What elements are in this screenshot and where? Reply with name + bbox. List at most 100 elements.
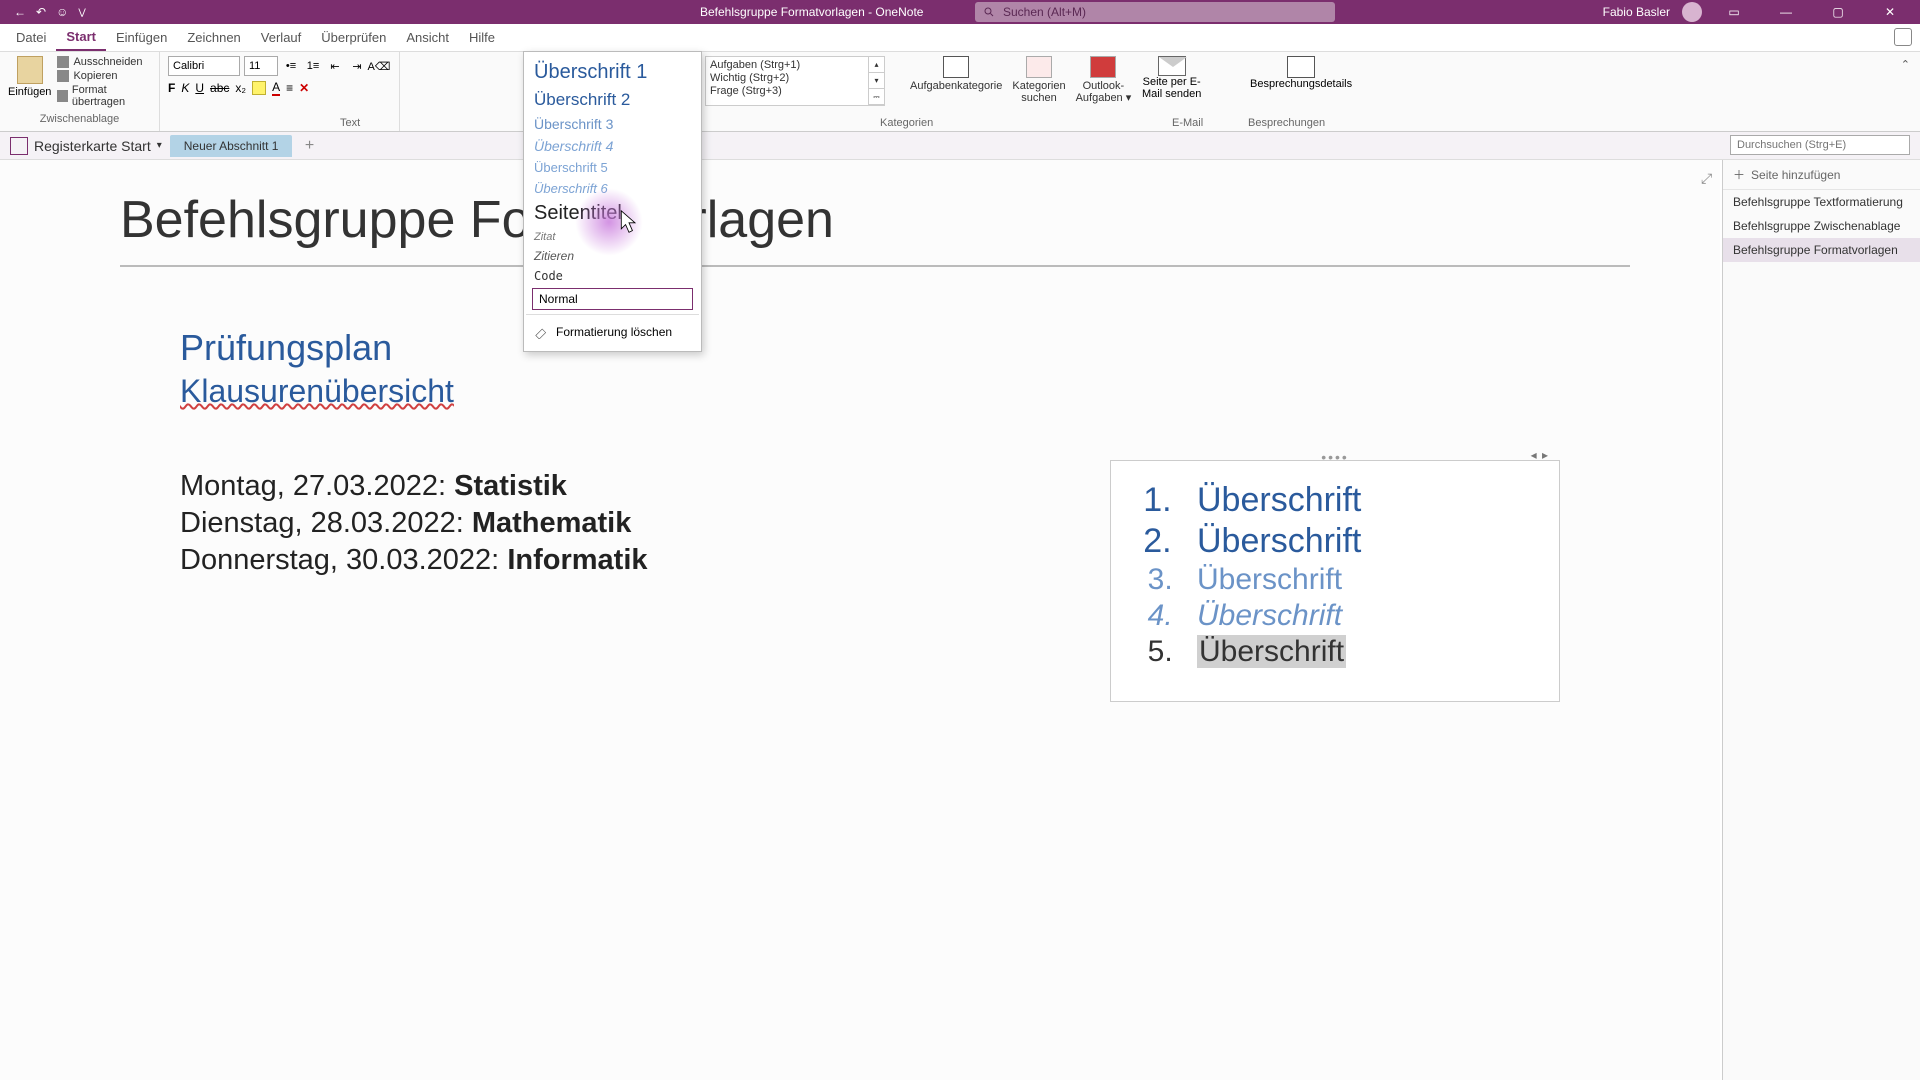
undo-icon[interactable]: ↶ <box>36 5 46 19</box>
bullets-button[interactable]: •≡ <box>282 57 300 75</box>
style-option-citation[interactable]: Zitat <box>524 228 701 246</box>
page-title[interactable]: Befehlsgruppe Formatvorlagen <box>120 190 1630 250</box>
menu-home[interactable]: Start <box>56 24 106 51</box>
add-page-button[interactable]: ＋ Seite hinzufügen <box>1723 160 1920 190</box>
page-list-item-1[interactable]: Befehlsgruppe Zwischenablage <box>1723 214 1920 238</box>
notebook-dropdown[interactable]: Registerkarte Start ▾ <box>10 137 162 155</box>
menu-insert[interactable]: Einfügen <box>106 24 177 51</box>
menu-view[interactable]: Ansicht <box>396 24 459 51</box>
clear-formatting-button[interactable]: Formatierung löschen <box>524 319 701 345</box>
bold-button[interactable]: F <box>168 81 175 95</box>
maximize-button[interactable]: ▢ <box>1818 0 1858 24</box>
page-list-item-2[interactable]: Befehlsgruppe Formatvorlagen <box>1723 238 1920 262</box>
email-page-button[interactable]: Seite per E- Mail senden <box>1142 56 1201 100</box>
list-item-1[interactable]: Überschrift <box>1181 481 1539 520</box>
find-categories-button[interactable]: Kategorien suchen <box>1012 56 1065 104</box>
tags-expand[interactable]: ⎓ <box>868 89 884 105</box>
list-item-3[interactable]: Überschrift <box>1181 563 1539 597</box>
tags-scroll-down[interactable]: ▾ <box>868 73 884 89</box>
format-painter-button[interactable]: Format übertragen <box>57 84 151 108</box>
container-drag-handle[interactable]: •••• <box>1321 449 1349 465</box>
container-nav-arrows[interactable]: ◂ ▸ <box>1531 448 1549 462</box>
tags-scroll-up[interactable]: ▴ <box>868 57 884 73</box>
numbering-button[interactable]: 1≡ <box>304 57 322 75</box>
minimize-button[interactable]: — <box>1766 0 1806 24</box>
list-item-2[interactable]: Überschrift <box>1181 522 1539 561</box>
menu-history[interactable]: Verlauf <box>251 24 311 51</box>
menu-draw[interactable]: Zeichnen <box>177 24 250 51</box>
tag-question[interactable]: Frage (Strg+3) <box>710 85 866 97</box>
qat-dropdown-icon[interactable]: ⋁ <box>78 7 85 18</box>
list-item-3-text: Überschrift <box>1197 563 1342 596</box>
expand-panel-icon[interactable]: ⤢ <box>1701 170 1712 187</box>
paste-button[interactable]: Einfügen <box>8 56 51 108</box>
font-size-input[interactable] <box>244 56 278 76</box>
list-item-4[interactable]: Überschrift <box>1181 599 1539 633</box>
tag-important[interactable]: Wichtig (Strg+2) <box>710 72 866 84</box>
delete-button[interactable]: ✕ <box>299 81 309 95</box>
content-line-3-date: Donnerstag, 30.03.2022: <box>180 544 507 576</box>
cut-label: Ausschneiden <box>73 56 142 68</box>
page-list-panel: ⤢ ＋ Seite hinzufügen Befehlsgruppe Textf… <box>1722 160 1920 1080</box>
search-icon <box>983 6 995 18</box>
notebook-name: Registerkarte Start <box>34 138 151 154</box>
list-item-5[interactable]: Überschrift <box>1181 635 1539 669</box>
style-option-h5[interactable]: Überschrift 5 <box>524 157 701 178</box>
meeting-group-label: Besprechungen <box>1248 117 1325 129</box>
user-avatar[interactable] <box>1682 2 1702 22</box>
outlook-tasks-label: Outlook- Aufgaben ▾ <box>1076 80 1132 104</box>
menu-help[interactable]: Hilfe <box>459 24 505 51</box>
separator <box>526 314 699 315</box>
meeting-details-button[interactable]: Besprechungsdetails <box>1250 56 1352 90</box>
content-heading-2[interactable]: Klausurenübersicht <box>180 373 1720 410</box>
section-tab-1[interactable]: Neuer Abschnitt 1 <box>170 135 293 157</box>
menu-review[interactable]: Überprüfen <box>311 24 396 51</box>
paste-label: Einfügen <box>8 86 51 98</box>
add-section-button[interactable]: + <box>300 137 318 155</box>
style-option-h3[interactable]: Überschrift 3 <box>524 113 701 135</box>
content-line-2-date: Dienstag, 28.03.2022: <box>180 507 472 539</box>
font-color-button[interactable]: A <box>272 80 280 96</box>
style-option-page-title[interactable]: Seitentitel <box>524 199 701 228</box>
page-canvas[interactable]: Befehlsgruppe Formatvorlagen Prüfungspla… <box>0 160 1720 1080</box>
tag-task[interactable]: Aufgaben (Strg+1) <box>710 59 866 71</box>
content-line-1-date: Montag, 27.03.2022: <box>180 470 454 502</box>
content-heading-1[interactable]: Prüfungsplan <box>180 327 1720 369</box>
outdent-button[interactable]: ⇤ <box>326 57 344 75</box>
menu-file[interactable]: Datei <box>6 24 56 51</box>
font-name-input[interactable] <box>168 56 240 76</box>
note-container[interactable]: •••• ◂ ▸ Überschrift Überschrift Übersch… <box>1110 460 1560 702</box>
clear-style-button[interactable]: A⌫ <box>370 57 388 75</box>
style-option-h1[interactable]: Überschrift 1 <box>524 58 701 87</box>
text-group-label: Text <box>340 117 360 129</box>
align-button[interactable]: ≡ <box>286 81 293 95</box>
categories-group-label: Kategorien <box>880 117 933 129</box>
collapse-ribbon-button[interactable]: ⌃ <box>1901 58 1910 71</box>
close-button[interactable]: ✕ <box>1870 0 1910 24</box>
share-button[interactable] <box>1894 28 1912 46</box>
underline-button[interactable]: U <box>195 81 204 95</box>
style-option-normal[interactable]: Normal <box>532 288 693 310</box>
style-option-h4[interactable]: Überschrift 4 <box>524 135 701 157</box>
ribbon-display-options-icon[interactable]: ▭ <box>1714 0 1754 24</box>
clipboard-group-label: Zwischenablage <box>8 113 151 127</box>
italic-button[interactable]: K <box>181 81 189 95</box>
nav-back-icon[interactable]: ← <box>14 5 26 19</box>
outlook-tasks-button[interactable]: Outlook- Aufgaben ▾ <box>1076 56 1132 104</box>
style-option-code[interactable]: Code <box>524 266 701 286</box>
style-option-h6[interactable]: Überschrift 6 <box>524 178 701 199</box>
task-category-button[interactable]: Aufgabenkategorie <box>910 56 1002 104</box>
page-list-item-0[interactable]: Befehlsgruppe Textformatierung <box>1723 190 1920 214</box>
notebook-search-input[interactable] <box>1730 135 1910 155</box>
subscript-button[interactable]: x₂ <box>235 81 246 95</box>
highlight-button[interactable] <box>252 81 266 95</box>
copy-button[interactable]: Kopieren <box>57 70 151 82</box>
style-option-quote[interactable]: Zitieren <box>524 246 701 266</box>
strikethrough-button[interactable]: abc <box>210 81 229 95</box>
indent-button[interactable]: ⇥ <box>348 57 366 75</box>
style-option-h2[interactable]: Überschrift 2 <box>524 87 701 113</box>
cut-button[interactable]: Ausschneiden <box>57 56 151 68</box>
touch-mode-icon[interactable]: ☺ <box>56 5 68 19</box>
calendar-icon <box>1287 56 1315 78</box>
global-search-box[interactable]: Suchen (Alt+M) <box>975 2 1335 22</box>
